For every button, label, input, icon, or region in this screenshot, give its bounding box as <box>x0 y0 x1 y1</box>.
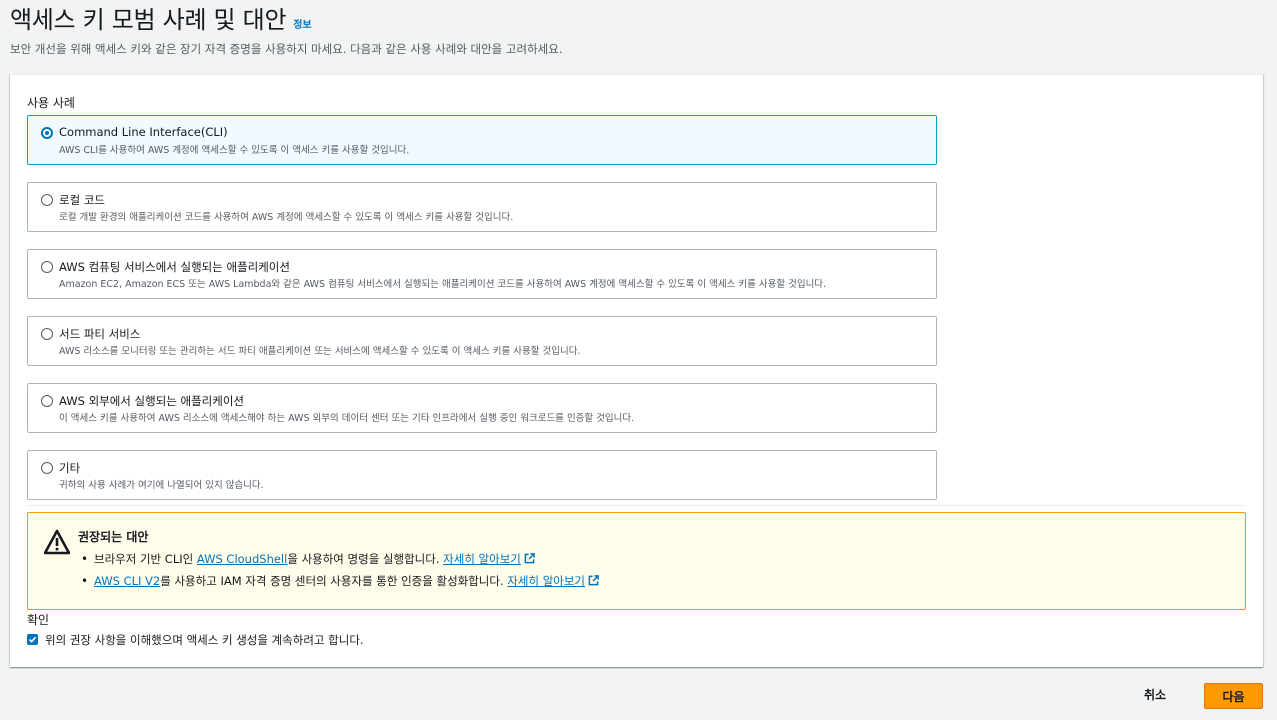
use-case-option-outside-aws[interactable]: AWS 외부에서 실행되는 애플리케이션 이 액세스 키를 사용하여 AWS 리… <box>27 383 937 433</box>
alert-list: 브라우저 기반 CLI인 AWS CloudShell을 사용하여 명령을 실행… <box>78 550 599 594</box>
option-title: 서드 파티 서비스 <box>59 327 141 341</box>
page-title: 액세스 키 모범 사례 및 대안 <box>10 6 287 34</box>
learn-more-link[interactable]: 자세히 알아보기 <box>507 574 585 588</box>
alert-item-cli-v2: AWS CLI V2를 사용하고 IAM 자격 증명 센터의 사용자를 통한 인… <box>78 572 599 594</box>
use-case-option-local-code[interactable]: 로컬 코드 로컬 개발 환경의 애플리케이션 코드를 사용하여 AWS 계정에 … <box>27 182 937 232</box>
confirm-checkbox-label[interactable]: 위의 권장 사항을 이해했으며 액세스 키 생성을 계속하려고 합니다. <box>45 632 364 648</box>
use-case-option-other[interactable]: 기타 귀하의 사용 사례가 여기에 나열되어 있지 않습니다. <box>27 450 937 500</box>
option-title: Command Line Interface(CLI) <box>59 125 228 139</box>
radio-button[interactable] <box>41 462 53 474</box>
use-case-option-third-party[interactable]: 서드 파티 서비스 AWS 리소스를 모니터링 또는 관리하는 서드 파티 애플… <box>27 316 937 366</box>
option-title: 기타 <box>59 461 81 475</box>
warning-icon <box>44 529 70 555</box>
radio-button[interactable] <box>41 395 53 407</box>
cancel-button[interactable]: 취소 <box>1144 686 1166 703</box>
page-header: 액세스 키 모범 사례 및 대안 정보 보안 개선을 위해 액세스 키와 같은 … <box>10 4 1267 57</box>
confirm-label: 확인 <box>27 613 50 627</box>
radio-button[interactable] <box>41 328 53 340</box>
external-link-icon[interactable] <box>588 575 599 586</box>
option-description: AWS 리소스를 모니터링 또는 관리하는 서드 파티 애플리케이션 또는 서비… <box>59 346 581 357</box>
page-description: 보안 개선을 위해 액세스 키와 같은 장기 자격 증명을 사용하지 마세요. … <box>10 42 563 56</box>
alert-item-cloudshell: 브라우저 기반 CLI인 AWS CloudShell을 사용하여 명령을 실행… <box>78 550 599 572</box>
alert-item-text: 를 사용하고 IAM 자격 증명 센터의 사용자를 통한 인증을 활성화합니다. <box>160 574 508 588</box>
next-button[interactable]: 다음 <box>1204 683 1263 709</box>
use-case-panel: 사용 사례 Command Line Interface(CLI) AWS CL… <box>10 74 1263 667</box>
external-link-icon[interactable] <box>524 553 535 564</box>
option-description: 로컬 개발 환경의 애플리케이션 코드를 사용하여 AWS 계정에 액세스할 수… <box>59 212 514 223</box>
title-row: 액세스 키 모범 사례 및 대안 정보 <box>10 4 1267 36</box>
use-case-option-aws-compute[interactable]: AWS 컴퓨팅 서비스에서 실행되는 애플리케이션 Amazon EC2, Am… <box>27 249 937 299</box>
option-description: Amazon EC2, Amazon ECS 또는 AWS Lambda와 같은… <box>59 279 827 290</box>
alert-item-text: 브라우저 기반 CLI인 <box>94 552 197 566</box>
option-description: 귀하의 사용 사례가 여기에 나열되어 있지 않습니다. <box>59 480 264 491</box>
option-title: 로컬 코드 <box>59 193 105 207</box>
info-link[interactable]: 정보 <box>293 16 311 31</box>
radio-button[interactable] <box>41 261 53 273</box>
option-title: AWS 컴퓨팅 서비스에서 실행되는 애플리케이션 <box>59 260 290 274</box>
option-description: AWS CLI를 사용하여 AWS 계정에 액세스할 수 있도록 이 액세스 키… <box>59 145 410 156</box>
alert-title: 권장되는 대안 <box>78 530 149 544</box>
learn-more-link[interactable]: 자세히 알아보기 <box>443 552 521 566</box>
radio-button[interactable] <box>41 127 53 139</box>
use-case-option-cli[interactable]: Command Line Interface(CLI) AWS CLI를 사용하… <box>27 115 937 165</box>
option-title: AWS 외부에서 실행되는 애플리케이션 <box>59 394 244 408</box>
alert-item-text: 을 사용하여 명령을 실행합니다. <box>287 552 444 566</box>
recommended-alternatives-alert: 권장되는 대안 브라우저 기반 CLI인 AWS CloudShell을 사용하… <box>27 512 1246 610</box>
use-case-label: 사용 사례 <box>27 96 75 110</box>
aws-cli-v2-link[interactable]: AWS CLI V2 <box>94 574 160 588</box>
divider <box>27 505 1246 506</box>
option-description: 이 액세스 키를 사용하여 AWS 리소스에 액세스해야 하는 AWS 외부의 … <box>59 413 635 424</box>
cloudshell-link[interactable]: AWS CloudShell <box>197 552 287 566</box>
radio-button[interactable] <box>41 194 53 206</box>
confirm-checkbox[interactable] <box>27 634 38 645</box>
checkmark-icon <box>28 636 37 643</box>
